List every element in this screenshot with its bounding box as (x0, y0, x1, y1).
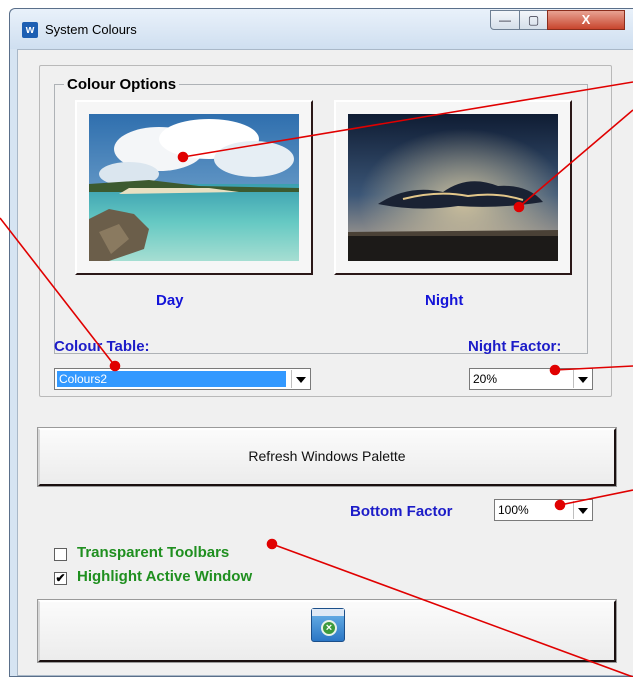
transparent-toolbars-checkbox[interactable] (54, 548, 67, 561)
night-factor-label: Night Factor: (468, 338, 562, 355)
transparent-toolbars-label[interactable]: Transparent Toolbars (77, 544, 229, 561)
day-beach-picture (89, 114, 299, 261)
app-icon: w (22, 22, 38, 38)
night-sunset-image (348, 114, 558, 261)
maximize-button[interactable]: ▢ (519, 10, 548, 30)
refresh-button-label: Refresh Windows Palette (248, 448, 406, 464)
highlight-active-window-label[interactable]: Highlight Active Window (77, 568, 252, 585)
close-button[interactable]: X (547, 10, 625, 30)
night-factor-value: 20% (473, 372, 498, 386)
night-sunset-picture (348, 114, 558, 261)
close-icon: X (581, 12, 591, 27)
minimize-button[interactable]: — (490, 10, 520, 30)
maximize-icon: ▢ (527, 13, 540, 27)
day-image-button[interactable] (75, 100, 313, 275)
title-bar: w System Colours — ▢ X (10, 9, 633, 49)
minimize-icon: — (499, 13, 511, 27)
bottom-factor-label: Bottom Factor (350, 503, 453, 520)
system-colours-window: w System Colours — ▢ X Colour Options Da… (9, 8, 633, 677)
client-area: Colour Options Day Night Colour Table: C… (17, 49, 633, 676)
chevron-down-icon[interactable] (291, 370, 309, 388)
colour-options-legend: Colour Options (64, 76, 180, 93)
bottom-factor-select[interactable]: 100% (494, 499, 593, 521)
refresh-windows-palette-button[interactable]: Refresh Windows Palette (37, 427, 617, 487)
night-image-button[interactable] (334, 100, 572, 275)
checkmark-icon: ✔ (55, 571, 66, 585)
night-label: Night (425, 292, 464, 309)
window-titlebar-icon-part (312, 609, 344, 616)
exit-window-icon: × (311, 608, 345, 642)
exit-button[interactable]: × (37, 599, 617, 663)
colour-table-select[interactable]: Colours2 (54, 368, 311, 390)
day-beach-image (89, 114, 299, 261)
window-title: System Colours (45, 22, 137, 37)
highlight-active-window-checkbox[interactable]: ✔ (54, 572, 67, 585)
chevron-down-icon[interactable] (573, 370, 591, 388)
chevron-down-icon[interactable] (573, 501, 591, 519)
night-factor-select[interactable]: 20% (469, 368, 593, 390)
day-label: Day (156, 292, 184, 309)
colour-table-label: Colour Table: (54, 338, 150, 355)
close-circle-icon: × (321, 620, 337, 636)
bottom-factor-value: 100% (498, 503, 529, 517)
colour-table-value: Colours2 (57, 371, 286, 387)
